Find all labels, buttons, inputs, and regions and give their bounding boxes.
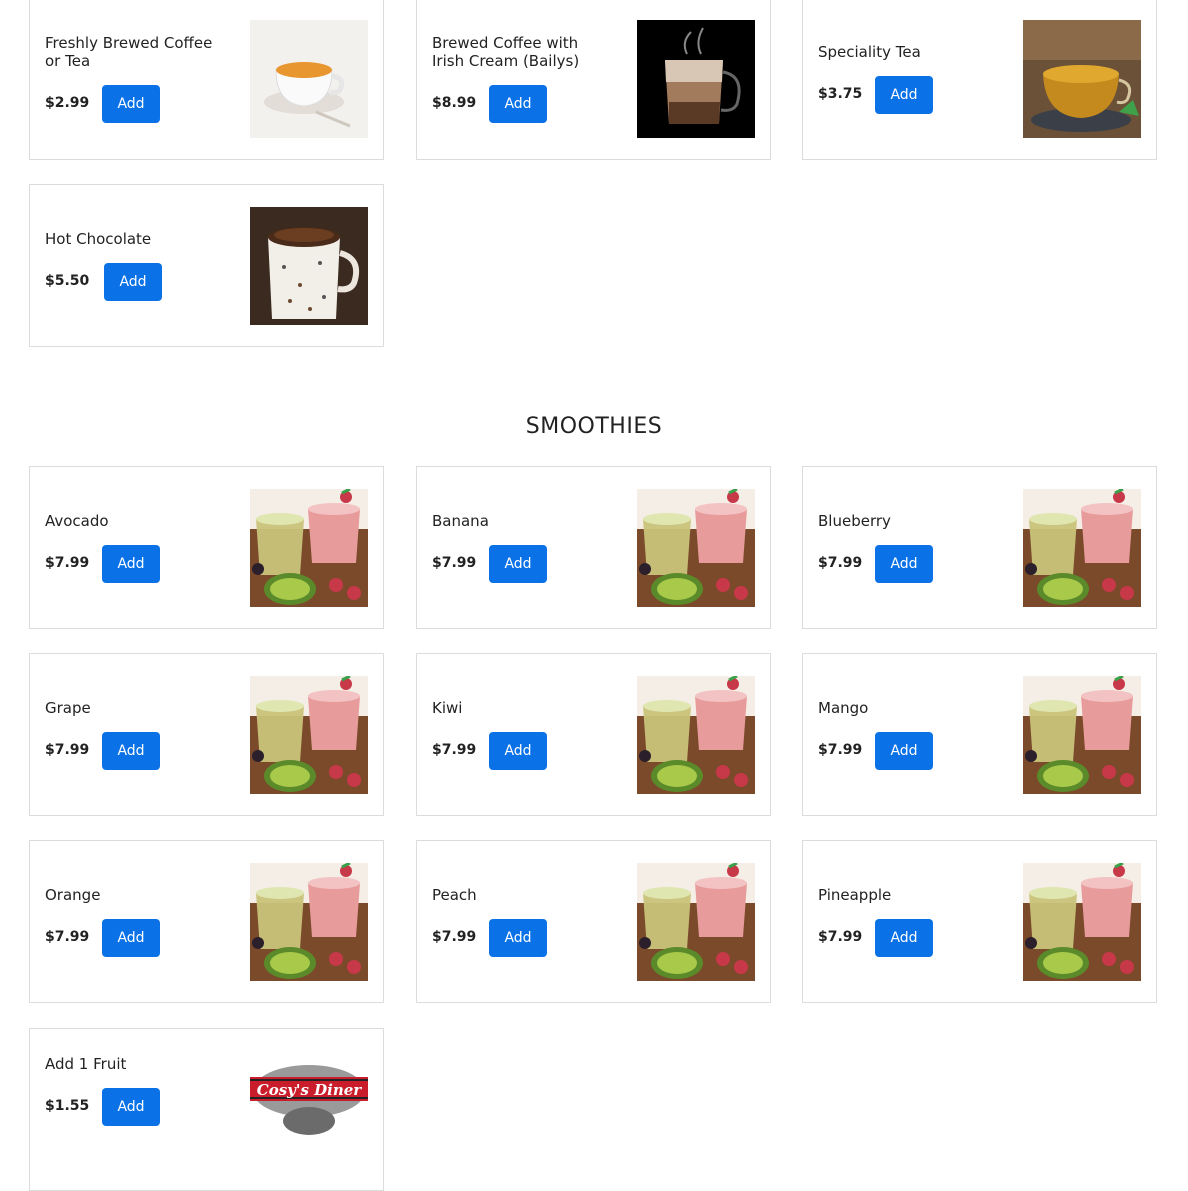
- menu-card-mango: Mango $7.99 Add: [802, 653, 1157, 816]
- menu-card-brewed-coffee-irish-cream: Brewed Coffee with Irish Cream (Bailys) …: [416, 0, 771, 160]
- add-button[interactable]: Add: [875, 545, 933, 583]
- add-button[interactable]: Add: [102, 1088, 160, 1126]
- smoothie-image: [250, 676, 368, 794]
- tea-cup-image: [1023, 20, 1141, 138]
- latte-glass-image: [637, 20, 755, 138]
- item-price: $7.99: [818, 929, 863, 945]
- item-price: $7.99: [45, 555, 90, 571]
- item-name: Speciality Tea: [818, 43, 921, 61]
- menu-card-add-1-fruit: Add 1 Fruit $1.55 Add Cosy's Diner: [29, 1028, 384, 1191]
- menu-card-banana: Banana $7.99 Add: [416, 466, 771, 629]
- add-button[interactable]: Add: [489, 85, 547, 123]
- menu-card-avocado: Avocado $7.99 Add: [29, 466, 384, 629]
- item-name: Pineapple: [818, 886, 892, 904]
- hot-chocolate-image: [250, 207, 368, 325]
- item-name: Add 1 Fruit: [45, 1055, 127, 1073]
- section-title-smoothies: SMOOTHIES: [525, 414, 663, 439]
- smoothie-image: [637, 676, 755, 794]
- smoothie-image: [637, 863, 755, 981]
- item-price: $1.55: [45, 1098, 90, 1114]
- add-button[interactable]: Add: [875, 919, 933, 957]
- item-name: Avocado: [45, 512, 109, 530]
- add-button[interactable]: Add: [489, 732, 547, 770]
- add-button[interactable]: Add: [102, 732, 160, 770]
- item-name: Peach: [432, 886, 477, 904]
- item-price: $3.75: [818, 86, 863, 102]
- item-name: Mango: [818, 699, 869, 717]
- menu-card-freshly-brewed-coffee: Freshly Brewed Coffee or Tea $2.99 Add: [29, 0, 384, 160]
- smoothie-image: [637, 489, 755, 607]
- add-button[interactable]: Add: [102, 545, 160, 583]
- item-price: $7.99: [45, 742, 90, 758]
- smoothie-image: [250, 489, 368, 607]
- add-button[interactable]: Add: [489, 545, 547, 583]
- item-name: Hot Chocolate: [45, 230, 152, 248]
- menu-card-pineapple: Pineapple $7.99 Add: [802, 840, 1157, 1003]
- item-name: Orange: [45, 886, 101, 904]
- item-price: $7.99: [432, 929, 477, 945]
- menu-card-orange: Orange $7.99 Add: [29, 840, 384, 1003]
- add-button[interactable]: Add: [489, 919, 547, 957]
- smoothie-image: [1023, 489, 1141, 607]
- add-button[interactable]: Add: [102, 919, 160, 957]
- smoothie-image: [1023, 863, 1141, 981]
- menu-card-hot-chocolate: Hot Chocolate $5.50 Add: [29, 184, 384, 347]
- add-button[interactable]: Add: [875, 76, 933, 114]
- item-name: Kiwi: [432, 699, 463, 717]
- item-name: Grape: [45, 699, 91, 717]
- cosys-diner-logo: Cosy's Diner: [250, 1051, 368, 1169]
- add-button[interactable]: Add: [102, 85, 160, 123]
- menu-card-grape: Grape $7.99 Add: [29, 653, 384, 816]
- item-price: $7.99: [818, 742, 863, 758]
- item-name: Blueberry: [818, 512, 891, 530]
- menu-card-blueberry: Blueberry $7.99 Add: [802, 466, 1157, 629]
- item-price: $7.99: [45, 929, 90, 945]
- smoothie-image: [250, 863, 368, 981]
- coffee-cup-image: [250, 20, 368, 138]
- item-name: Freshly Brewed Coffee or Tea: [45, 34, 213, 70]
- menu-card-kiwi: Kiwi $7.99 Add: [416, 653, 771, 816]
- smoothie-image: [1023, 676, 1141, 794]
- item-price: $2.99: [45, 95, 90, 111]
- item-price: $7.99: [818, 555, 863, 571]
- item-price: $7.99: [432, 742, 477, 758]
- logo-text: Cosy's Diner: [257, 1081, 363, 1099]
- item-price: $5.50: [45, 273, 90, 289]
- menu-card-peach: Peach $7.99 Add: [416, 840, 771, 1003]
- item-name: Banana: [432, 512, 489, 530]
- add-button[interactable]: Add: [875, 732, 933, 770]
- menu-card-speciality-tea: Speciality Tea $3.75 Add: [802, 0, 1157, 160]
- item-price: $7.99: [432, 555, 477, 571]
- item-name: Brewed Coffee with Irish Cream (Bailys): [432, 34, 580, 70]
- item-price: $8.99: [432, 95, 477, 111]
- add-button[interactable]: Add: [104, 263, 162, 301]
